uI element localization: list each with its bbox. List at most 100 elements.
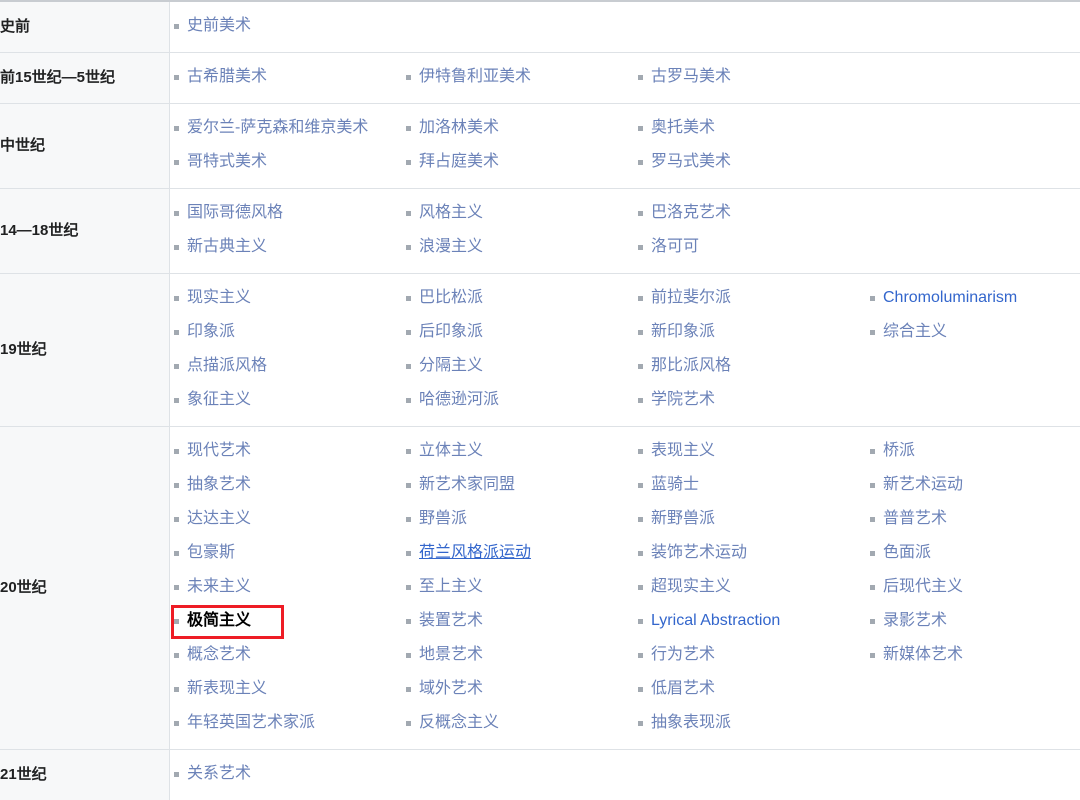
movement-link[interactable]: 野兽派: [419, 510, 467, 527]
movement-item[interactable]: 域外艺术: [402, 672, 634, 706]
movement-link[interactable]: 概念艺术: [187, 646, 251, 663]
movement-link[interactable]: 新印象派: [651, 323, 715, 340]
movement-item[interactable]: 风格主义: [402, 196, 634, 230]
movement-item[interactable]: 概念艺术: [170, 638, 402, 672]
movement-item[interactable]: 未来主义: [170, 570, 402, 604]
movement-item[interactable]: 新野兽派: [634, 502, 866, 536]
movement-link[interactable]: 现实主义: [187, 289, 251, 306]
movement-item[interactable]: 新媒体艺术: [866, 638, 1080, 672]
movement-link[interactable]: 年轻英国艺术家派: [187, 714, 315, 731]
movement-item[interactable]: 伊特鲁利亚美术: [402, 60, 634, 94]
movement-link[interactable]: 风格主义: [419, 204, 483, 221]
movement-item[interactable]: 年轻英国艺术家派: [170, 706, 402, 740]
movement-link[interactable]: Chromoluminarism: [883, 289, 1017, 306]
movement-item[interactable]: 超现实主义: [634, 570, 866, 604]
movement-link[interactable]: 新野兽派: [651, 510, 715, 527]
movement-item[interactable]: 装置艺术: [402, 604, 634, 638]
movement-link[interactable]: 达达主义: [187, 510, 251, 527]
movement-link[interactable]: 古罗马美术: [651, 68, 731, 85]
movement-link[interactable]: 奥托美术: [651, 119, 715, 136]
movement-link[interactable]: 国际哥德风格: [187, 204, 283, 221]
movement-item[interactable]: 拜占庭美术: [402, 145, 634, 179]
movement-link[interactable]: 巴洛克艺术: [651, 204, 731, 221]
movement-item[interactable]: 后印象派: [402, 315, 634, 349]
movement-link[interactable]: 立体主义: [419, 442, 483, 459]
movement-item[interactable]: 罗马式美术: [634, 145, 866, 179]
movement-item[interactable]: 洛可可: [634, 230, 866, 264]
movement-link[interactable]: 域外艺术: [419, 680, 483, 697]
movement-item[interactable]: 国际哥德风格: [170, 196, 402, 230]
movement-link[interactable]: 低眉艺术: [651, 680, 715, 697]
movement-link[interactable]: 未来主义: [187, 578, 251, 595]
movement-link[interactable]: 新古典主义: [187, 238, 267, 255]
movement-item[interactable]: 地景艺术: [402, 638, 634, 672]
movement-item[interactable]: 新古典主义: [170, 230, 402, 264]
movement-link[interactable]: 普普艺术: [883, 510, 947, 527]
movement-item[interactable]: 爱尔兰-萨克森和维京美术: [170, 111, 402, 145]
movement-link[interactable]: 超现实主义: [651, 578, 731, 595]
movement-item[interactable]: 录影艺术: [866, 604, 1080, 638]
movement-link[interactable]: 至上主义: [419, 578, 483, 595]
movement-link[interactable]: 新艺术家同盟: [419, 476, 515, 493]
movement-link[interactable]: 地景艺术: [419, 646, 483, 663]
movement-link[interactable]: 桥派: [883, 442, 915, 459]
movement-item[interactable]: 印象派: [170, 315, 402, 349]
movement-item[interactable]: 古罗马美术: [634, 60, 866, 94]
movement-link[interactable]: 古希腊美术: [187, 68, 267, 85]
movement-item[interactable]: 那比派风格: [634, 349, 866, 383]
movement-link[interactable]: 装饰艺术运动: [651, 544, 747, 561]
movement-item[interactable]: 蓝骑士: [634, 468, 866, 502]
movement-item[interactable]: 古希腊美术: [170, 60, 402, 94]
movement-item[interactable]: 后现代主义: [866, 570, 1080, 604]
movement-link[interactable]: 洛可可: [651, 238, 699, 255]
movement-link[interactable]: 新艺术运动: [883, 476, 963, 493]
movement-link[interactable]: 综合主义: [883, 323, 947, 340]
movement-item[interactable]: 至上主义: [402, 570, 634, 604]
movement-item[interactable]: 抽象艺术: [170, 468, 402, 502]
movement-item[interactable]: 荷兰风格派运动: [402, 536, 634, 570]
movement-item[interactable]: 巴洛克艺术: [634, 196, 866, 230]
movement-item[interactable]: 学院艺术: [634, 383, 866, 417]
movement-link[interactable]: 那比派风格: [651, 357, 731, 374]
movement-link[interactable]: 罗马式美术: [651, 153, 731, 170]
movement-link[interactable]: 包豪斯: [187, 544, 235, 561]
movement-link[interactable]: 表现主义: [651, 442, 715, 459]
movement-item[interactable]: Lyrical Abstraction: [634, 604, 866, 638]
movement-link[interactable]: 后印象派: [419, 323, 483, 340]
movement-item[interactable]: 奥托美术: [634, 111, 866, 145]
movement-link[interactable]: 关系艺术: [187, 765, 251, 782]
movement-item[interactable]: 关系艺术: [170, 757, 402, 791]
movement-item[interactable]: 巴比松派: [402, 281, 634, 315]
movement-item[interactable]: 新艺术家同盟: [402, 468, 634, 502]
movement-link[interactable]: 荷兰风格派运动: [419, 544, 531, 561]
movement-item[interactable]: 加洛林美术: [402, 111, 634, 145]
movement-link[interactable]: 前拉斐尔派: [651, 289, 731, 306]
movement-item[interactable]: 分隔主义: [402, 349, 634, 383]
movement-item[interactable]: 点描派风格: [170, 349, 402, 383]
movement-item[interactable]: 浪漫主义: [402, 230, 634, 264]
movement-item[interactable]: 综合主义: [866, 315, 1080, 349]
movement-link[interactable]: 印象派: [187, 323, 235, 340]
movement-link[interactable]: 爱尔兰-萨克森和维京美术: [187, 119, 368, 136]
movement-link[interactable]: 现代艺术: [187, 442, 251, 459]
movement-link[interactable]: 加洛林美术: [419, 119, 499, 136]
movement-item[interactable]: 象征主义: [170, 383, 402, 417]
movement-item[interactable]: 达达主义: [170, 502, 402, 536]
movement-link[interactable]: 后现代主义: [883, 578, 963, 595]
movement-link[interactable]: 哥特式美术: [187, 153, 267, 170]
movement-link[interactable]: 史前美术: [187, 17, 251, 34]
movement-link[interactable]: 新表现主义: [187, 680, 267, 697]
movement-item[interactable]: 哈德逊河派: [402, 383, 634, 417]
movement-link[interactable]: 录影艺术: [883, 612, 947, 629]
movement-link[interactable]: 色面派: [883, 544, 931, 561]
movement-item[interactable]: 低眉艺术: [634, 672, 866, 706]
movement-item[interactable]: 普普艺术: [866, 502, 1080, 536]
movement-link[interactable]: 学院艺术: [651, 391, 715, 408]
movement-link[interactable]: 抽象艺术: [187, 476, 251, 493]
movement-item[interactable]: 现实主义: [170, 281, 402, 315]
movement-item[interactable]: 桥派: [866, 434, 1080, 468]
movement-item[interactable]: 史前美术: [170, 9, 402, 43]
movement-link[interactable]: 新媒体艺术: [883, 646, 963, 663]
movement-item[interactable]: 新印象派: [634, 315, 866, 349]
movement-item[interactable]: 新表现主义: [170, 672, 402, 706]
